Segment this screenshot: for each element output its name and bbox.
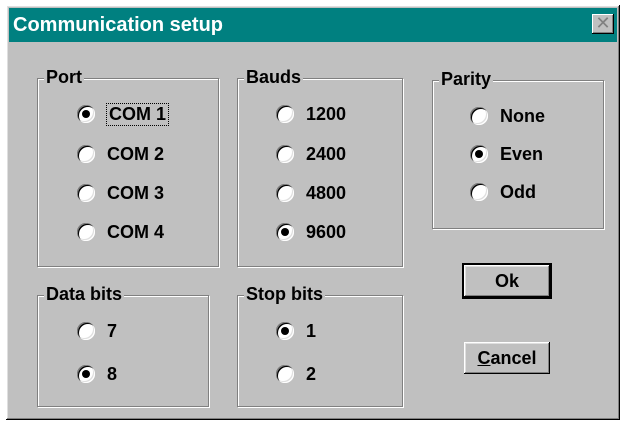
parity-group: Parity None Even Odd <box>432 69 604 229</box>
radio-label: 7 <box>107 320 118 341</box>
title-bar: Communication setup ✕ <box>9 8 617 42</box>
port-option-com3[interactable]: COM 3 <box>77 180 164 206</box>
bauds-group: Bauds 1200 2400 4800 9600 <box>237 67 403 267</box>
radio-label: COM 3 <box>107 182 165 203</box>
radio-button[interactable] <box>470 107 488 125</box>
radio-button[interactable] <box>276 184 294 202</box>
ok-button-label: Ok <box>494 270 519 291</box>
data-bits-group: Data bits 7 8 <box>37 284 209 407</box>
radio-button[interactable] <box>276 365 294 383</box>
stop-bits-group: Stop bits 1 2 <box>237 284 403 407</box>
radio-button[interactable] <box>77 223 95 241</box>
radio-label: COM 2 <box>107 143 165 164</box>
radio-button[interactable] <box>77 145 95 163</box>
radio-button[interactable] <box>77 322 95 340</box>
bauds-option-9600[interactable]: 9600 <box>276 219 346 245</box>
cancel-button[interactable]: Cancel <box>464 342 550 374</box>
parity-legend: Parity <box>439 69 494 90</box>
port-option-com1[interactable]: COM 1 <box>77 101 170 127</box>
close-icon: ✕ <box>595 13 611 34</box>
radio-label: Odd <box>500 181 536 202</box>
parity-option-odd[interactable]: Odd <box>470 179 536 205</box>
cancel-button-label: Cancel <box>477 347 537 368</box>
radio-button[interactable] <box>276 145 294 163</box>
close-button[interactable]: ✕ <box>592 14 614 34</box>
dialog-title: Communication setup <box>13 14 224 36</box>
data-bits-option-8[interactable]: 8 <box>77 361 117 387</box>
port-option-com4[interactable]: COM 4 <box>77 219 164 245</box>
radio-button[interactable] <box>77 105 95 123</box>
radio-button[interactable] <box>77 365 95 383</box>
radio-label: 4800 <box>306 182 347 203</box>
radio-button[interactable] <box>276 322 294 340</box>
data-bits-legend: Data bits <box>44 284 125 305</box>
parity-option-none[interactable]: None <box>470 103 545 129</box>
port-legend: Port <box>44 67 84 88</box>
radio-button[interactable] <box>470 145 488 163</box>
radio-label: None <box>500 105 545 126</box>
bauds-option-1200[interactable]: 1200 <box>276 101 346 127</box>
bauds-legend: Bauds <box>244 67 304 88</box>
radio-button[interactable] <box>276 223 294 241</box>
port-option-com2[interactable]: COM 2 <box>77 141 164 167</box>
ok-button[interactable]: Ok <box>462 263 552 299</box>
communication-setup-dialog: Communication setup ✕ Port COM 1 COM 2 C… <box>6 5 620 420</box>
radio-label: COM 4 <box>107 221 165 242</box>
radio-label: 9600 <box>306 221 347 242</box>
stop-bits-legend: Stop bits <box>244 284 325 305</box>
radio-label: COM 1 <box>105 102 170 126</box>
port-group: Port COM 1 COM 2 COM 3 COM 4 <box>37 67 219 267</box>
radio-label: 1200 <box>306 103 347 124</box>
radio-label: Even <box>500 143 544 164</box>
radio-label: 2 <box>306 363 317 384</box>
radio-label: 8 <box>107 363 118 384</box>
stop-bits-option-2[interactable]: 2 <box>276 361 316 387</box>
radio-label: 1 <box>306 320 317 341</box>
data-bits-option-7[interactable]: 7 <box>77 318 117 344</box>
stop-bits-option-1[interactable]: 1 <box>276 318 316 344</box>
radio-button[interactable] <box>470 183 488 201</box>
bauds-option-4800[interactable]: 4800 <box>276 180 346 206</box>
radio-label: 2400 <box>306 143 347 164</box>
radio-button[interactable] <box>276 105 294 123</box>
parity-option-even[interactable]: Even <box>470 141 543 167</box>
bauds-option-2400[interactable]: 2400 <box>276 141 346 167</box>
radio-button[interactable] <box>77 184 95 202</box>
